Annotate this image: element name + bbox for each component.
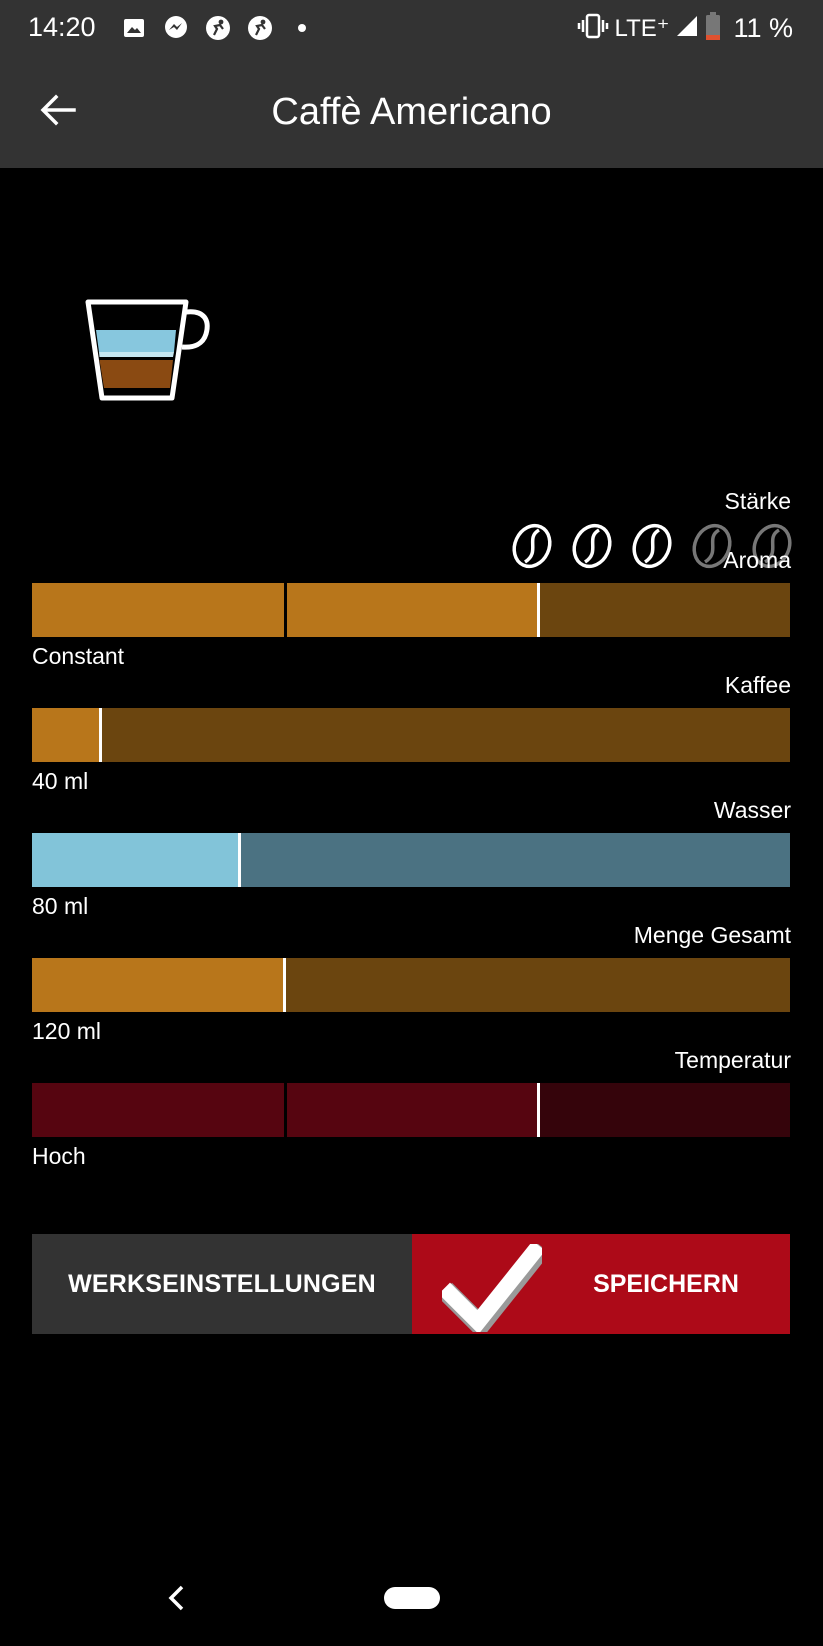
battery-low-icon — [705, 11, 721, 45]
slider-segment-divider — [284, 1083, 287, 1137]
messenger-icon — [162, 14, 190, 42]
slider-fill-kaffee — [32, 708, 100, 762]
coffee-bean-active-icon[interactable] — [569, 522, 615, 570]
strength-label: Stärke — [724, 488, 791, 514]
slider-value-menge: 120 ml — [32, 1018, 102, 1044]
back-button[interactable] — [30, 82, 86, 138]
coffee-bean-active-icon[interactable] — [629, 522, 675, 570]
vibrate-icon — [577, 13, 609, 44]
slider-kaffee[interactable] — [32, 708, 790, 762]
slider-handle-wasser[interactable] — [238, 833, 241, 887]
slider-temperatur[interactable] — [32, 1083, 790, 1137]
slider-label-aroma: Aroma — [723, 547, 791, 573]
slider-fill-wasser — [32, 833, 239, 887]
slider-menge[interactable] — [32, 958, 790, 1012]
signal-icon — [675, 14, 699, 43]
slider-label-wasser: Wasser — [713, 797, 791, 823]
image-icon — [120, 14, 148, 42]
soccer-icon — [246, 14, 274, 42]
slider-handle-aroma[interactable] — [537, 583, 540, 637]
slider-segment-divider — [284, 583, 287, 637]
factory-reset-button[interactable]: WERKSEINSTELLUNGEN — [32, 1234, 412, 1334]
slider-label-menge: Menge Gesamt — [633, 922, 791, 948]
dot-icon — [288, 14, 316, 42]
slider-fill-menge — [32, 958, 284, 1012]
arrow-left-icon — [40, 94, 76, 126]
slider-label-temperatur: Temperatur — [674, 1047, 791, 1073]
slider-label-kaffee: Kaffee — [724, 672, 791, 698]
soccer-icon — [204, 14, 232, 42]
battery-percent: 11 % — [733, 12, 793, 43]
slider-value-kaffee: 40 ml — [32, 768, 89, 794]
slider-wasser[interactable] — [32, 833, 790, 887]
coffee-cup-icon — [85, 299, 210, 401]
coffee-bean-active-icon[interactable] — [509, 522, 555, 570]
slider-value-temperatur: Hoch — [32, 1143, 86, 1169]
save-button-label: SPEICHERN — [593, 1270, 739, 1298]
notification-icons — [120, 14, 316, 42]
network-type: LTE⁺ — [614, 14, 670, 42]
slider-value-aroma: Constant — [32, 643, 125, 669]
status-time: 14:20 — [28, 12, 96, 42]
slider-handle-menge[interactable] — [283, 958, 286, 1012]
slider-handle-temperatur[interactable] — [537, 1083, 540, 1137]
app-bar: Caffè Americano — [0, 56, 823, 168]
status-bar: 14:20 LTE⁺ 11 % — [0, 0, 823, 56]
slider-value-wasser: 80 ml — [32, 893, 89, 919]
save-button[interactable]: SPEICHERN — [412, 1234, 790, 1334]
checkmark-icon — [442, 1244, 542, 1332]
system-icons: LTE⁺ 11 % — [577, 10, 793, 46]
slider-aroma[interactable] — [32, 583, 790, 637]
nav-home-pill[interactable] — [384, 1587, 440, 1609]
page-title: Caffè Americano — [271, 91, 552, 133]
nav-back-icon[interactable] — [162, 1582, 194, 1614]
slider-handle-kaffee[interactable] — [99, 708, 102, 762]
